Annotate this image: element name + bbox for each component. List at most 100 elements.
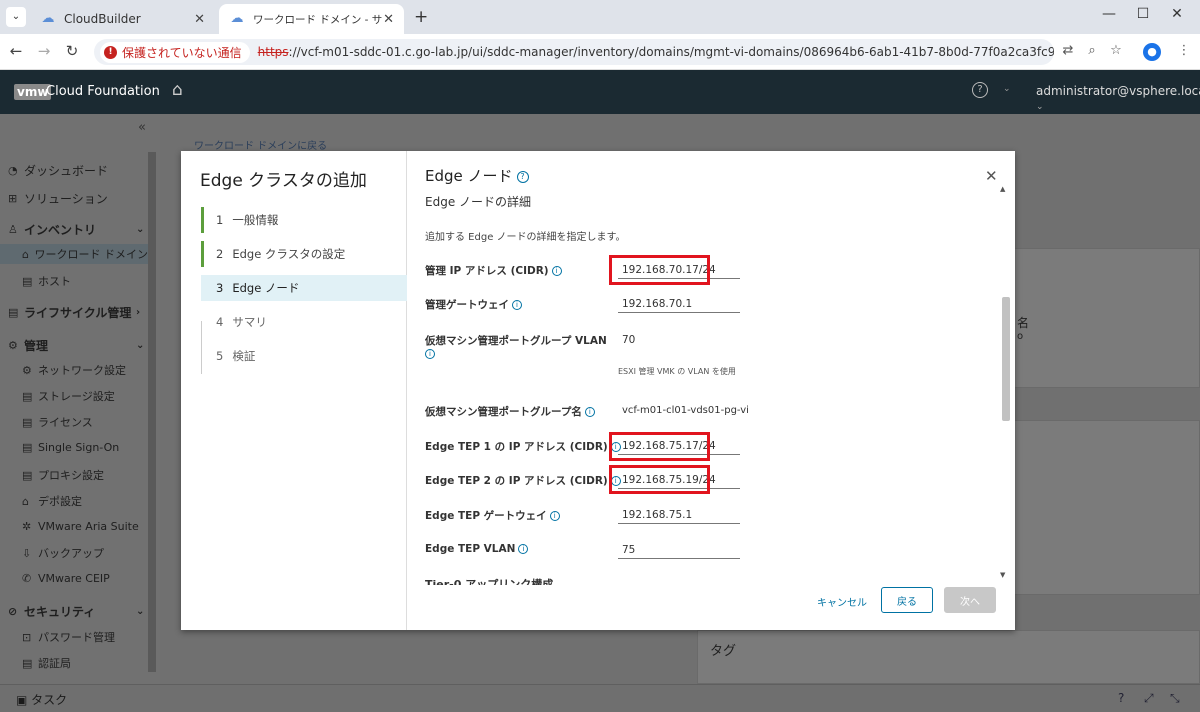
aria-icon: ✲	[22, 520, 32, 533]
profile-avatar-icon[interactable]: ●	[1143, 43, 1161, 61]
new-tab-plus-icon[interactable]: +	[414, 7, 428, 27]
sidebar-item-licenses[interactable]: ▤ ライセンス	[22, 414, 93, 430]
field-label-text: 管理 IP アドレス (CIDR)	[425, 265, 549, 277]
mgmt-gateway-input[interactable]	[618, 295, 740, 313]
breadcrumb[interactable]: ワークロード ドメインに戻る	[194, 137, 327, 152]
proxy-icon: ▤	[22, 468, 33, 482]
scroll-down-icon[interactable]: ▼	[1000, 571, 1005, 579]
tags-card	[697, 630, 1200, 684]
sidebar-item-dashboard[interactable]: ◔ ダッシュボード	[8, 162, 108, 179]
info-icon[interactable]: i	[549, 511, 560, 521]
mgmt-gateway-label: 管理ゲートウェイ i	[425, 297, 522, 312]
tep-vlan-input[interactable]	[618, 541, 740, 559]
minimize-icon[interactable]: —	[1094, 6, 1124, 22]
step-number: 5	[216, 349, 224, 363]
forward-arrow-icon[interactable]: →	[34, 42, 54, 60]
info-icon[interactable]: i	[518, 544, 529, 554]
close-tab-icon[interactable]: ✕	[383, 12, 394, 27]
sidebar-item-lifecycle[interactable]: ▤ ライフサイクル管理 ›	[8, 304, 148, 321]
field-label-text: Edge TEP ゲートウェイ	[425, 510, 547, 522]
network-icon: ⚙	[22, 363, 32, 377]
content-scrollbar[interactable]: ▲ ▼	[1000, 185, 1010, 580]
tep-gateway-input[interactable]	[618, 506, 740, 524]
sidebar-item-admin[interactable]: ⚙ 管理 ⌄	[8, 337, 148, 354]
sidebar-item-aria-suite[interactable]: ✲ VMware Aria Suite	[22, 520, 139, 533]
url-scheme: https	[257, 45, 289, 59]
back-button[interactable]: 戻る	[881, 587, 933, 613]
scroll-thumb[interactable]	[1002, 297, 1010, 421]
info-icon[interactable]: i	[425, 349, 435, 359]
info-icon[interactable]: i	[551, 266, 562, 276]
sidebar-item-label: 管理	[24, 339, 49, 353]
back-arrow-icon[interactable]: ←	[6, 42, 26, 60]
address-bar[interactable]: ! 保護されていない通信 https ://vcf-m01-sddc-01.c.…	[94, 39, 1054, 65]
vm-portgroup-name-label: 仮想マシン管理ポートグループ名 i	[425, 404, 595, 419]
fullscreen-icon[interactable]: ⤡	[1170, 691, 1180, 706]
home-icon[interactable]: ⌂	[172, 80, 183, 100]
reload-icon[interactable]: ↻	[62, 42, 82, 60]
sidebar-item-label: ホスト	[38, 275, 71, 288]
sidebar-item-workload-domains[interactable]: ⌂ ワークロード ドメイン	[0, 244, 148, 264]
sidebar-item-password-mgmt[interactable]: ⊡ パスワード管理	[22, 629, 115, 645]
translate-icon[interactable]: ⇄	[1058, 43, 1078, 58]
add-edge-cluster-modal: Edge クラスタの追加 1 一般情報 2 Edge クラスタの設定 3 Edge ノ…	[181, 151, 1015, 630]
sidebar-item-label: ダッシュボード	[24, 164, 109, 178]
info-icon[interactable]: i	[584, 407, 595, 417]
close-tab-icon[interactable]: ✕	[194, 12, 205, 27]
wizard-step-general[interactable]: 1 一般情報	[201, 207, 407, 233]
close-window-icon[interactable]: ✕	[1162, 6, 1192, 22]
sidebar-item-cert-authority[interactable]: ▤ 認証局	[22, 655, 71, 671]
user-menu[interactable]: administrator@vsphere.local ⌄	[1036, 84, 1200, 112]
browser-tab-workload-domain[interactable]: ☁ ワークロード ドメイン - サマリ ✕	[219, 4, 404, 34]
help-icon[interactable]: ?	[1118, 691, 1124, 705]
help-chevron-down-icon[interactable]: ⌄	[1003, 84, 1011, 94]
sidebar-item-network-settings[interactable]: ⚙ ネットワーク設定	[22, 362, 126, 378]
sidebar-item-security[interactable]: ⊘ セキュリティ ⌄	[8, 603, 148, 620]
expand-icon[interactable]: ⤢	[1144, 691, 1154, 706]
browser-tab-cloudbuilder[interactable]: ☁ CloudBuilder ✕	[30, 4, 215, 34]
tep1-ip-label: Edge TEP 1 の IP アドレス (CIDR) i	[425, 439, 621, 454]
tep2-ip-label: Edge TEP 2 の IP アドレス (CIDR) i	[425, 473, 621, 488]
help-icon[interactable]: ?	[972, 82, 988, 98]
tasks-toggle[interactable]: ▣ タスク	[16, 691, 67, 708]
security-chip[interactable]: ! 保護されていない通信	[100, 41, 250, 63]
wizard-step-edge-nodes[interactable]: 3 Edge ノード	[201, 275, 407, 301]
browser-toolbar: ← → ↻ ! 保護されていない通信 https ://vcf-m01-sddc…	[0, 34, 1200, 70]
cloud-icon: ☁	[41, 11, 55, 26]
info-icon[interactable]: i	[512, 300, 522, 310]
sidebar-item-backup[interactable]: ⇩ バックアップ	[22, 545, 104, 561]
sidebar-item-proxy[interactable]: ▤ プロキシ設定	[22, 467, 104, 483]
sidebar-item-sso[interactable]: ▤ Single Sign-On	[22, 441, 119, 454]
wizard-step-validation[interactable]: 5 検証	[201, 343, 407, 369]
inventory-icon: ♙	[8, 223, 18, 236]
vm-portgroup-vlan-value: 70	[622, 334, 636, 346]
sidebar-item-depot[interactable]: ⌂ デポ設定	[22, 493, 82, 509]
vlan-hint-text: ESXI 管理 VMK の VLAN を使用	[618, 367, 736, 376]
depot-icon: ⌂	[22, 494, 29, 508]
chevron-down-icon: ⌄	[136, 224, 145, 235]
cancel-button[interactable]: キャンセル	[812, 588, 872, 614]
sso-icon: ▤	[22, 441, 33, 454]
wizard-step-summary[interactable]: 4 サマリ	[201, 309, 407, 335]
tab-search-chevron-icon[interactable]: ⌄	[6, 7, 26, 27]
bookmark-star-icon[interactable]: ☆	[1106, 43, 1126, 58]
card-fragment-text: o	[1017, 331, 1024, 342]
maximize-icon[interactable]: ☐	[1128, 6, 1158, 22]
help-circle-icon[interactable]: ?	[516, 170, 529, 183]
scroll-up-icon[interactable]: ▲	[1000, 185, 1005, 193]
sidebar-item-solutions[interactable]: ⊞ ソリューション	[8, 190, 108, 207]
sidebar-item-hosts[interactable]: ▤ ホスト	[22, 273, 71, 289]
collapse-sidebar-icon[interactable]: «	[138, 120, 146, 135]
sidebar-item-storage-settings[interactable]: ▤ ストレージ設定	[22, 388, 115, 404]
next-button[interactable]: 次へ	[944, 587, 996, 613]
sidebar-item-inventory[interactable]: ♙ インベントリ ⌄	[8, 221, 148, 238]
sidebar-item-ceip[interactable]: ✆ VMware CEIP	[22, 572, 110, 585]
vm-portgroup-vlan-label: 仮想マシン管理ポートグループ VLAN i	[425, 333, 607, 360]
kebab-menu-icon[interactable]: ⋮	[1174, 43, 1194, 58]
sidebar-scrollbar[interactable]	[148, 152, 156, 672]
close-icon[interactable]: ✕	[985, 167, 998, 185]
wizard-step-cluster-settings[interactable]: 2 Edge クラスタの設定	[201, 241, 407, 267]
zoom-icon[interactable]: ⌕	[1082, 43, 1102, 58]
backup-icon: ⇩	[22, 546, 32, 560]
ceip-icon: ✆	[22, 572, 32, 585]
